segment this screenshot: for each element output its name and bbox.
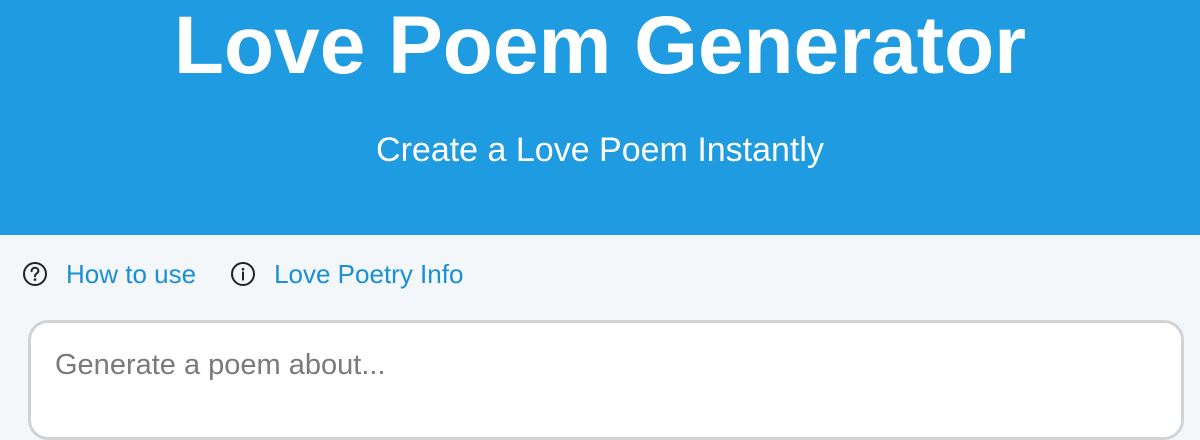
how-to-use-link[interactable]: How to use xyxy=(22,258,196,290)
help-links: How to use Love Poetry Info xyxy=(22,254,463,294)
poem-topic-input[interactable] xyxy=(55,341,1155,389)
page-subtitle: Create a Love Poem Instantly xyxy=(376,131,824,169)
question-circle-icon xyxy=(22,261,48,287)
page-title: Love Poem Generator xyxy=(173,0,1027,91)
info-circle-icon xyxy=(230,261,256,287)
love-poetry-info-label: Love Poetry Info xyxy=(274,259,464,289)
how-to-use-label: How to use xyxy=(66,259,197,289)
prompt-box xyxy=(28,320,1184,440)
love-poetry-info-link[interactable]: Love Poetry Info xyxy=(230,258,463,290)
hero-header: Love Poem Generator Create a Love Poem I… xyxy=(0,0,1200,235)
